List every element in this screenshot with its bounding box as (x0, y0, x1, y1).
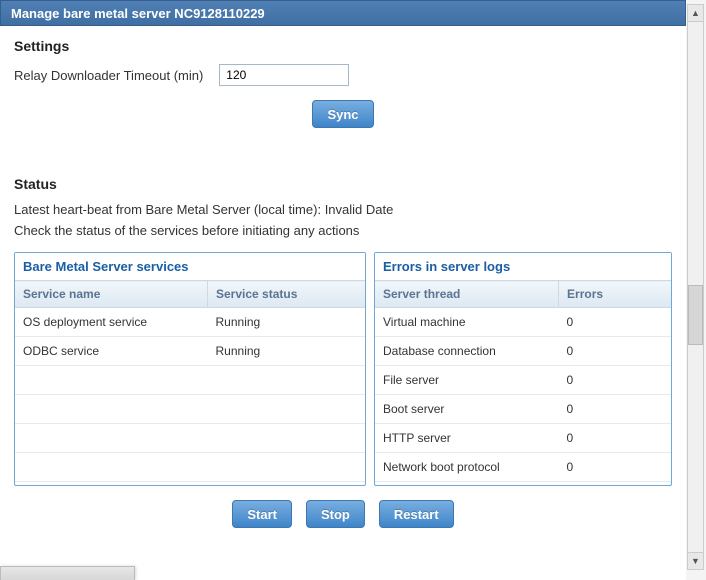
restart-button[interactable]: Restart (379, 500, 454, 528)
table-row: Virtual machine 0 (375, 308, 671, 337)
status-heading: Status (14, 176, 672, 192)
table-row: OS deployment service Running (15, 308, 365, 337)
sync-button[interactable]: Sync (312, 100, 373, 128)
table-row: File server 0 (375, 366, 671, 395)
dialog-body: Settings Relay Downloader Timeout (min) … (0, 26, 686, 538)
service-name: ODBC service (15, 337, 208, 366)
service-status: Running (208, 337, 366, 366)
errors-panel: Errors in server logs Server thread Erro… (374, 252, 672, 486)
status-hint: Check the status of the services before … (14, 223, 672, 238)
heartbeat-label: Latest heart-beat from Bare Metal Server… (14, 202, 325, 217)
errors-panel-title: Errors in server logs (375, 253, 671, 280)
error-thread: File server (375, 366, 559, 395)
scroll-thumb[interactable] (688, 285, 703, 345)
table-row: HTTP server 0 (375, 424, 671, 453)
error-count: 0 (559, 453, 671, 482)
stop-button[interactable]: Stop (306, 500, 365, 528)
settings-heading: Settings (14, 38, 672, 54)
errors-table: Server thread Errors Virtual machine 0 D… (375, 280, 671, 482)
error-count: 0 (559, 366, 671, 395)
services-col-name: Service name (15, 281, 208, 308)
table-row: Database connection 0 (375, 337, 671, 366)
table-row: ODBC service Running (15, 337, 365, 366)
dialog-titlebar: Manage bare metal server NC9128110229 (0, 0, 686, 26)
error-count: 0 (559, 424, 671, 453)
scroll-up-button[interactable]: ▲ (688, 5, 703, 22)
minimized-tab[interactable] (0, 566, 135, 580)
services-col-status: Service status (208, 281, 366, 308)
timeout-row: Relay Downloader Timeout (min) (14, 64, 672, 86)
timeout-label: Relay Downloader Timeout (min) (14, 68, 203, 83)
services-panel-title: Bare Metal Server services (15, 253, 365, 280)
heartbeat-line: Latest heart-beat from Bare Metal Server… (14, 202, 672, 217)
action-buttons: Start Stop Restart (14, 500, 672, 528)
error-count: 0 (559, 308, 671, 337)
table-row (15, 395, 365, 424)
error-thread: HTTP server (375, 424, 559, 453)
error-thread: Network boot protocol (375, 453, 559, 482)
error-thread: Virtual machine (375, 308, 559, 337)
vertical-scrollbar[interactable]: ▲ ▼ (687, 4, 704, 570)
table-row (15, 366, 365, 395)
error-thread: Boot server (375, 395, 559, 424)
table-row: Network boot protocol 0 (375, 453, 671, 482)
heartbeat-value: Invalid Date (325, 202, 394, 217)
error-count: 0 (559, 337, 671, 366)
error-thread: Database connection (375, 337, 559, 366)
timeout-input[interactable] (219, 64, 349, 86)
service-name: OS deployment service (15, 308, 208, 337)
table-row (15, 424, 365, 453)
services-table: Service name Service status OS deploymen… (15, 280, 365, 482)
table-row: Boot server 0 (375, 395, 671, 424)
errors-col-errors: Errors (559, 281, 671, 308)
services-panel: Bare Metal Server services Service name … (14, 252, 366, 486)
service-status: Running (208, 308, 366, 337)
scroll-down-button[interactable]: ▼ (688, 552, 703, 569)
error-count: 0 (559, 395, 671, 424)
errors-col-thread: Server thread (375, 281, 559, 308)
dialog-title: Manage bare metal server NC9128110229 (11, 6, 265, 21)
table-row (15, 453, 365, 482)
start-button[interactable]: Start (232, 500, 292, 528)
